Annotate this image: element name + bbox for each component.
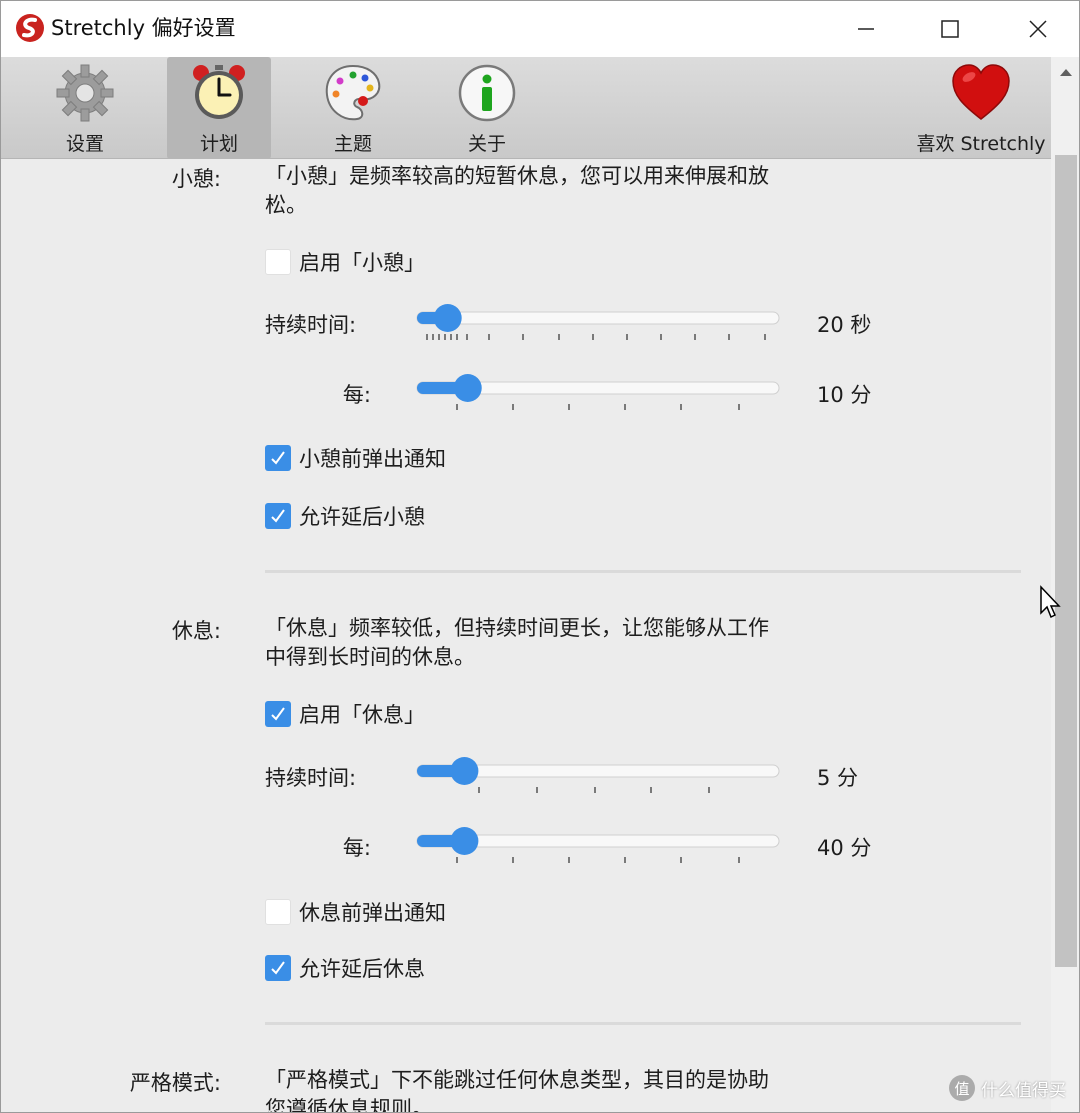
love-stretchly-label: 喜欢 Stretchly — [916, 133, 1046, 155]
minimize-button[interactable] — [823, 1, 909, 57]
checkmark-icon — [271, 707, 285, 721]
watermark: 值 什么值得买 — [949, 1075, 1066, 1101]
scrollbar-thumb[interactable] — [1055, 155, 1077, 967]
chevron-up-icon — [1060, 69, 1072, 76]
slider-knob — [450, 757, 479, 785]
close-button[interactable] — [995, 1, 1079, 57]
microbreak-enable-row[interactable]: 启用「小憩」 — [265, 247, 425, 277]
scroll-up-button[interactable] — [1051, 57, 1079, 87]
microbreak-postpone-row[interactable]: 允许延后小憩 — [265, 501, 425, 531]
break-section-label: 休息: — [171, 619, 221, 643]
break-postpone-label: 允许延后休息 — [299, 957, 425, 981]
break-enable-row[interactable]: 启用「休息」 — [265, 699, 425, 729]
microbreak-duration-label: 持续时间: — [265, 313, 357, 337]
microbreak-duration-slider[interactable] — [413, 303, 783, 343]
watermark-logo-icon: 值 — [949, 1075, 975, 1101]
microbreak-interval-label: 每: — [342, 383, 371, 407]
section-divider — [265, 1022, 1021, 1025]
schedule-panel: 小憩: 「小憩」是频率较高的短暂休息，您可以用来伸展和放松。 启用「小憩」 持续… — [1, 159, 1051, 1113]
microbreak-duration-value: 20 秒 — [817, 313, 872, 337]
slider-knob — [453, 374, 482, 402]
strict-mode-section-label: 严格模式: — [129, 1071, 221, 1095]
tab-theme[interactable]: 主题 — [301, 57, 405, 159]
checkmark-icon — [271, 961, 285, 975]
break-enable-label: 启用「休息」 — [299, 703, 425, 727]
microbreak-notify-checkbox[interactable] — [265, 445, 291, 471]
maximize-icon — [941, 20, 959, 38]
slider-track — [416, 311, 780, 325]
slider-knob — [450, 827, 479, 855]
microbreak-notify-row[interactable]: 小憩前弹出通知 — [265, 443, 446, 473]
tab-about-label: 关于 — [467, 133, 506, 155]
microbreak-postpone-checkbox[interactable] — [265, 503, 291, 529]
microbreak-section-label: 小憩: — [171, 167, 221, 191]
break-duration-label: 持续时间: — [265, 766, 357, 790]
tab-settings[interactable]: 设置 — [33, 57, 137, 159]
section-divider — [265, 570, 1021, 573]
palette-icon — [325, 64, 381, 121]
minimize-icon — [858, 28, 874, 30]
title-bar: Stretchly 偏好设置 — [1, 1, 1079, 57]
break-description: 「休息」频率较低，但持续时间更长，让您能够从工作中得到长时间的休息。 — [265, 616, 769, 669]
strict-mode-description: 「严格模式」下不能跳过任何休息类型，其目的是协助您遵循休息规则。 — [265, 1068, 769, 1113]
break-postpone-row[interactable]: 允许延后休息 — [265, 953, 425, 983]
break-interval-label: 每: — [342, 836, 371, 860]
tab-about[interactable]: 关于 — [435, 57, 539, 159]
break-duration-value: 5 分 — [817, 766, 859, 790]
microbreak-interval-slider[interactable] — [413, 373, 783, 413]
break-notify-label: 休息前弹出通知 — [299, 901, 446, 925]
heart-icon — [952, 64, 1010, 120]
break-interval-slider[interactable] — [413, 826, 783, 866]
microbreak-postpone-label: 允许延后小憩 — [299, 505, 425, 529]
break-notify-row[interactable]: 休息前弹出通知 — [265, 897, 446, 927]
toolbar: 设置 计划 主题 关于 喜欢 Stretchly — [1, 57, 1051, 159]
tab-settings-label: 设置 — [65, 133, 104, 155]
preferences-window: Stretchly 偏好设置 设置 计划 主题 关于 喜欢 Stretchly … — [0, 0, 1080, 1113]
microbreak-notify-label: 小憩前弹出通知 — [299, 447, 446, 471]
tab-schedule[interactable]: 计划 — [167, 57, 271, 159]
break-interval-value: 40 分 — [817, 836, 872, 860]
alarm-clock-icon — [193, 65, 245, 119]
microbreak-enable-checkbox[interactable] — [265, 249, 291, 275]
break-duration-slider[interactable] — [413, 756, 783, 796]
checkmark-icon — [271, 509, 285, 523]
checkmark-icon — [271, 451, 285, 465]
mouse-cursor-icon — [1040, 585, 1061, 619]
microbreak-interval-value: 10 分 — [817, 383, 872, 407]
break-postpone-checkbox[interactable] — [265, 955, 291, 981]
microbreak-enable-label: 启用「小憩」 — [299, 251, 425, 275]
gear-icon — [56, 64, 114, 122]
window-title: Stretchly 偏好设置 — [51, 16, 236, 40]
slider-knob — [433, 304, 462, 332]
break-enable-checkbox[interactable] — [265, 701, 291, 727]
break-notify-checkbox[interactable] — [265, 899, 291, 925]
tab-schedule-label: 计划 — [199, 133, 238, 155]
info-icon — [458, 64, 516, 122]
love-stretchly-button[interactable]: 喜欢 Stretchly — [911, 57, 1051, 159]
microbreak-description: 「小憩」是频率较高的短暂休息，您可以用来伸展和放松。 — [265, 164, 769, 217]
close-icon — [1029, 20, 1047, 38]
tab-theme-label: 主题 — [333, 133, 372, 155]
stretchly-logo-icon — [16, 14, 44, 42]
maximize-button[interactable] — [907, 1, 993, 57]
watermark-text: 什么值得买 — [981, 1080, 1066, 1101]
